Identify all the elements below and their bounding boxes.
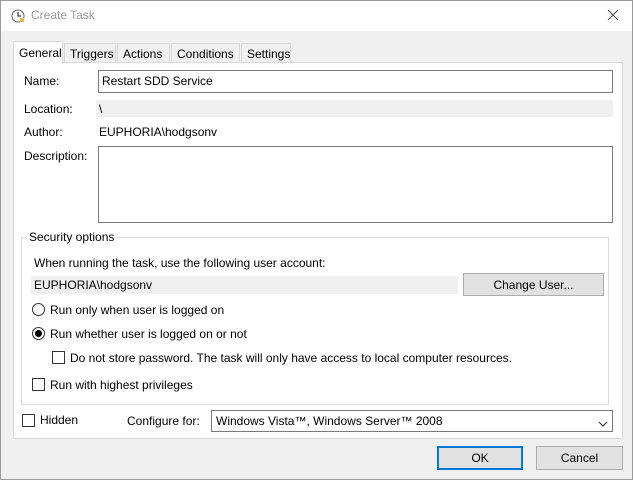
radio-selected-dot — [35, 330, 42, 337]
highest-privileges-label[interactable]: Run with highest privileges — [50, 378, 193, 392]
close-button[interactable] — [602, 5, 624, 27]
tab-conditions[interactable]: Conditions — [171, 43, 240, 63]
name-label: Name: — [24, 74, 60, 88]
general-panel: Name: Restart SDD Service Location: \ Au… — [13, 62, 623, 439]
configure-for-select[interactable]: Windows Vista™, Windows Server™ 2008 — [211, 410, 613, 432]
chevron-down-icon — [598, 417, 608, 427]
close-icon — [607, 9, 619, 24]
tab-triggers[interactable]: Triggers — [64, 43, 116, 63]
hidden-label[interactable]: Hidden — [40, 413, 78, 427]
security-options-group: Security options When running the task, … — [21, 230, 609, 405]
tab-actions[interactable]: Actions — [117, 43, 170, 63]
configure-for-label: Configure for: — [127, 414, 200, 428]
author-value: EUPHORIA\hodgsonv — [99, 125, 218, 139]
location-value: \ — [96, 100, 613, 117]
change-user-button[interactable]: Change User... — [463, 273, 604, 296]
do-not-store-password-label[interactable]: Do not store password. The task will onl… — [70, 351, 512, 365]
task-clock-icon — [11, 9, 25, 23]
description-label: Description: — [24, 149, 88, 163]
hidden-checkbox[interactable] — [22, 414, 35, 427]
run-when-logged-on-label[interactable]: Run only when user is logged on — [50, 303, 224, 317]
run-whether-logged-on-radio[interactable] — [32, 327, 45, 340]
title-bar: Create Task — [1, 1, 632, 31]
user-account-value: EUPHORIA\hodgsonv — [31, 276, 458, 294]
highest-privileges-checkbox[interactable] — [32, 378, 45, 391]
configure-for-value: Windows Vista™, Windows Server™ 2008 — [216, 414, 443, 428]
do-not-store-password-checkbox[interactable] — [52, 351, 65, 364]
run-whether-logged-on-label[interactable]: Run whether user is logged on or not — [50, 327, 247, 341]
name-input[interactable]: Restart SDD Service — [98, 70, 613, 93]
create-task-dialog: Create Task General Triggers Actions Con… — [0, 0, 633, 480]
run-when-logged-on-radio[interactable] — [32, 303, 45, 316]
cancel-button[interactable]: Cancel — [536, 446, 623, 470]
window-title: Create Task — [31, 8, 95, 22]
ok-button[interactable]: OK — [437, 446, 523, 470]
author-label: Author: — [24, 125, 63, 139]
tab-settings[interactable]: Settings — [241, 43, 291, 63]
account-prompt: When running the task, use the following… — [34, 256, 326, 270]
tab-general[interactable]: General — [13, 41, 63, 64]
description-input[interactable] — [98, 146, 613, 223]
location-label: Location: — [24, 102, 73, 116]
security-options-legend: Security options — [26, 230, 118, 244]
